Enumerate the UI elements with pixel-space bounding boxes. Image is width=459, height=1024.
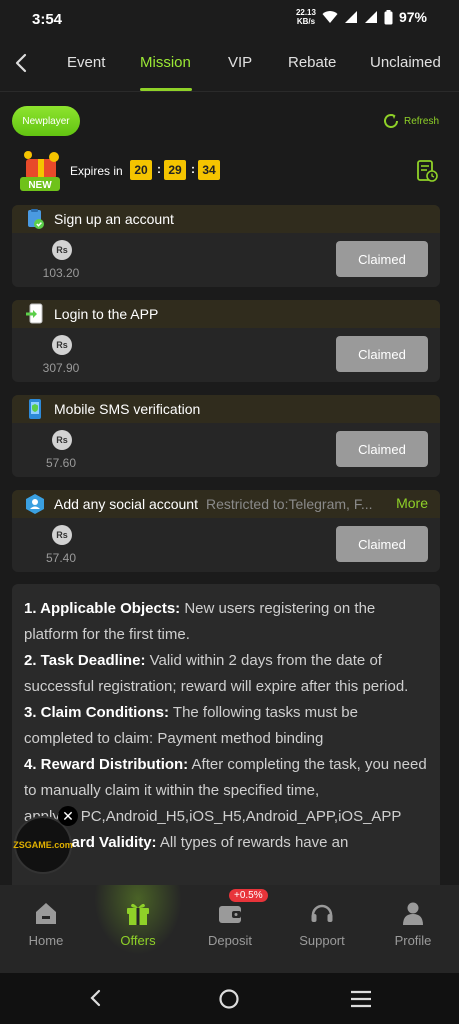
tab-vip[interactable]: VIP [228, 54, 252, 71]
claimed-button[interactable]: Claimed [336, 526, 428, 562]
rupee-coin-icon: Rs [52, 430, 72, 450]
task-reward-amount: 57.40 [45, 551, 77, 565]
status-time: 3:54 [32, 11, 63, 28]
tab-bar: Event Mission VIP Rebate Unclaimed [0, 38, 459, 92]
rule-item: 5. Reward Validity: All types of rewards… [24, 834, 349, 851]
active-tab-indicator [140, 88, 192, 91]
signal-icon [364, 11, 377, 23]
system-back-icon[interactable] [86, 988, 106, 1008]
newplayer-tag[interactable]: Newplayer [12, 106, 80, 136]
countdown-colon: : [157, 162, 161, 176]
task-header: Login to the APP [12, 300, 440, 328]
rule-item: apply to PC,Android_H5,iOS_H5,Android_AP… [24, 808, 402, 825]
phone-verify-icon [29, 399, 41, 419]
mission-content: Newplayer Refresh NEW Expires in 20 : 29… [0, 93, 459, 885]
wallet-icon [219, 906, 241, 923]
nav-offers[interactable]: Offers [92, 885, 184, 973]
rule-item: 1. Applicable Objects: New users registe… [24, 600, 376, 643]
countdown-colon: : [191, 162, 195, 176]
rupee-coin-icon: Rs [52, 240, 72, 260]
wifi-icon [322, 11, 338, 23]
task-title: Sign up an account [54, 211, 174, 227]
task-header: Add any social account Restricted to:Tel… [12, 490, 440, 518]
task-card-signup: Sign up an account Rs 103.20 Claimed [12, 205, 440, 287]
rupee-coin-icon: Rs [52, 525, 72, 545]
system-recents-icon[interactable] [350, 990, 372, 1008]
refresh-icon [384, 114, 398, 128]
task-card-login: Login to the APP Rs 307.90 Claimed [12, 300, 440, 382]
tab-event[interactable]: Event [67, 54, 105, 71]
tab-rebate[interactable]: Rebate [288, 54, 336, 71]
close-icon[interactable]: ✕ [58, 806, 78, 826]
nav-label: Support [299, 933, 345, 948]
countdown-seconds: 34 [198, 160, 220, 180]
signal-icon [344, 11, 357, 23]
nav-label: Deposit [207, 933, 253, 948]
status-icons: 22.13 KB/s 97% [296, 8, 427, 26]
rules-panel: 1. Applicable Objects: New users registe… [12, 584, 440, 885]
nav-home[interactable]: Home [0, 885, 92, 973]
claimed-button[interactable]: Claimed [336, 241, 428, 277]
headset-icon [311, 904, 333, 922]
system-home-icon[interactable] [218, 988, 240, 1010]
task-title: Add any social account [54, 496, 198, 512]
task-header: Mobile SMS verification [12, 395, 440, 423]
rule-item: 4. Reward Distribution: After completing… [24, 756, 427, 799]
gift-icon [127, 903, 149, 925]
nav-label: Offers [120, 933, 156, 948]
refresh-button[interactable]: Refresh [382, 112, 439, 130]
rule-item: 2. Task Deadline: Valid within 2 days fr… [24, 652, 409, 695]
task-title: Login to the APP [54, 306, 159, 322]
history-record-icon[interactable] [416, 159, 438, 183]
svg-text:NEW: NEW [28, 180, 52, 191]
task-header: Sign up an account [12, 205, 440, 233]
expires-label: Expires in [70, 164, 123, 178]
nav-support[interactable]: Support [276, 885, 368, 973]
battery-percent: 97% [398, 9, 427, 25]
battery-icon [384, 9, 393, 24]
rupee-coin-icon: Rs [52, 335, 72, 355]
countdown-hours: 20 [130, 160, 152, 180]
home-icon [36, 903, 56, 924]
net-speed: 22.13 KB/s [295, 8, 316, 26]
task-restriction: Restricted to:Telegram, F... [205, 496, 373, 512]
claimed-button[interactable]: Claimed [336, 431, 428, 467]
task-title: Mobile SMS verification [54, 401, 201, 417]
status-bar: 3:54 22.13 KB/s 97% [0, 0, 459, 38]
social-network-icon [26, 494, 44, 514]
expiry-row: NEW Expires in 20 : 29 : 34 [14, 149, 444, 193]
deposit-bonus-badge: +0.5% [229, 889, 268, 902]
nav-profile[interactable]: Profile [367, 885, 459, 973]
more-link[interactable]: More [396, 495, 428, 511]
clipboard-check-icon [28, 209, 44, 229]
login-icon [26, 303, 43, 324]
bottom-nav: Home Offers Deposit Support Profile +0.5… [0, 885, 459, 973]
task-reward-amount: 57.60 [45, 456, 77, 470]
system-nav-bar [0, 973, 459, 1024]
rule-item: 3. Claim Conditions: The following tasks… [24, 704, 358, 747]
task-card-social: Add any social account Restricted to:Tel… [12, 490, 440, 572]
task-reward-amount: 103.20 [42, 266, 80, 280]
claimed-button[interactable]: Claimed [336, 336, 428, 372]
new-gift-icon: NEW [20, 151, 60, 191]
tab-mission[interactable]: Mission [140, 54, 191, 71]
person-icon [403, 902, 423, 925]
nav-label: Home [28, 933, 64, 948]
task-reward-amount: 307.90 [42, 361, 80, 375]
back-arrow-icon[interactable] [10, 51, 34, 75]
tab-unclaimed[interactable]: Unclaimed [370, 54, 441, 71]
countdown-minutes: 29 [164, 160, 186, 180]
refresh-label: Refresh [403, 115, 439, 127]
task-card-sms: Mobile SMS verification Rs 57.60 Claimed [12, 395, 440, 477]
nav-label: Profile [394, 933, 432, 948]
